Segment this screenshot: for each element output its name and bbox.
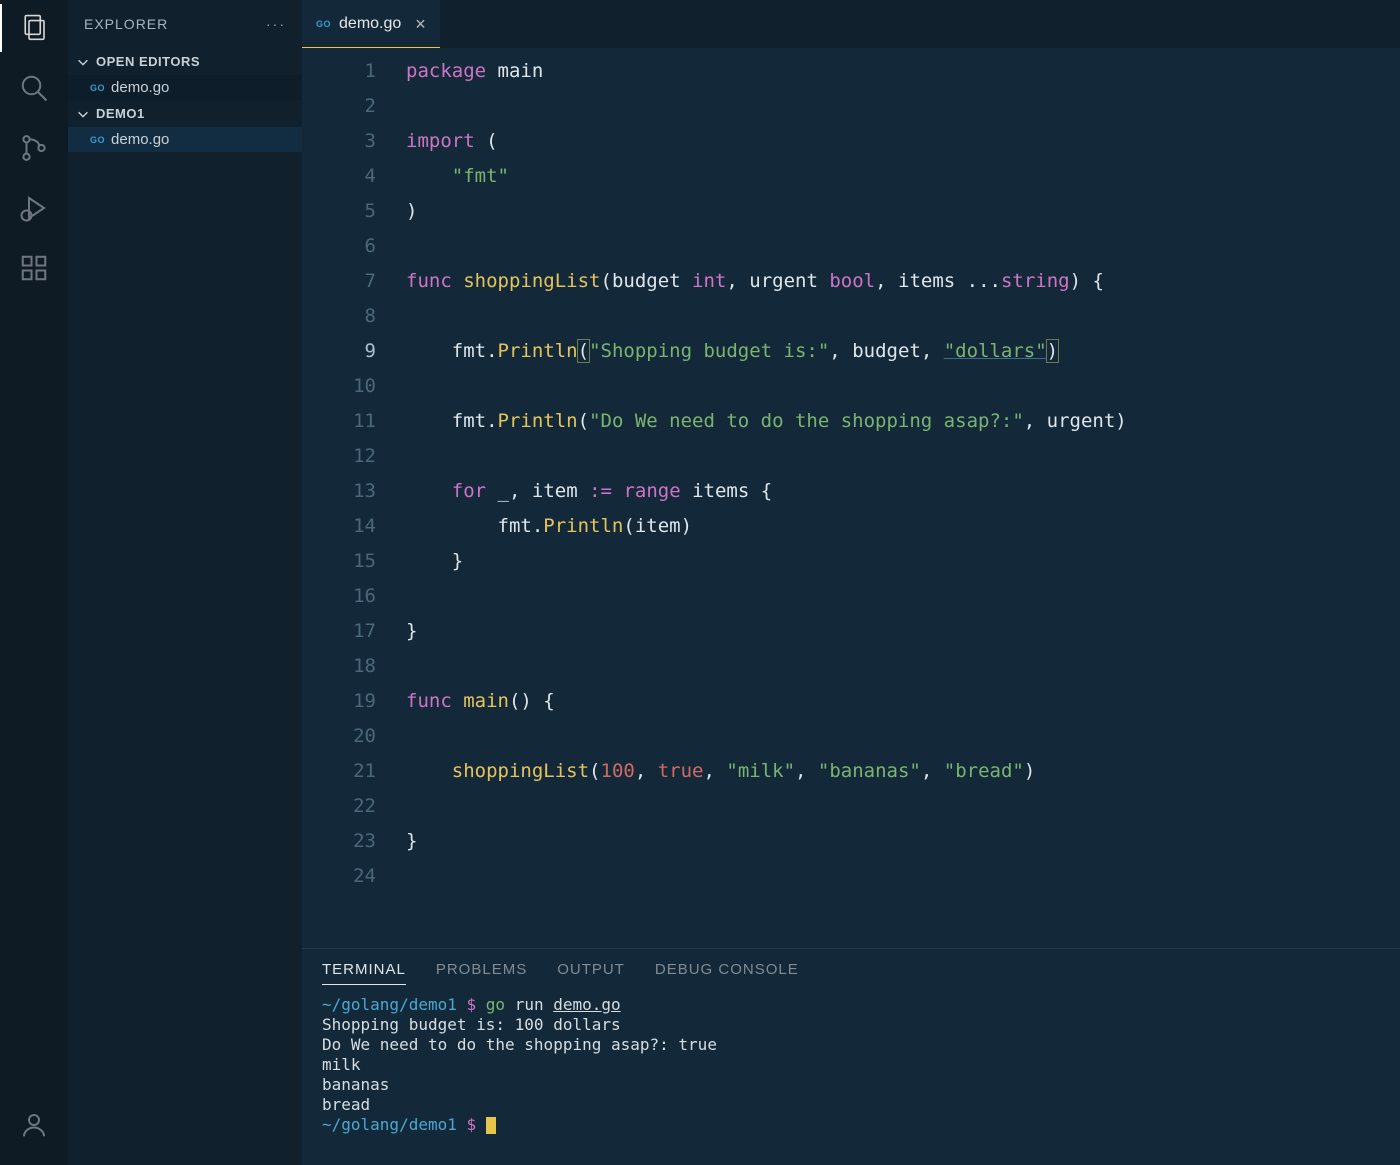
panel-tabs: TERMINAL PROBLEMS OUTPUT DEBUG CONSOLE <box>302 949 1400 991</box>
file-tree-filename: demo.go <box>111 131 169 148</box>
explorer-icon[interactable] <box>18 12 50 44</box>
activity-bar <box>0 0 68 1165</box>
chevron-down-icon <box>76 55 90 69</box>
go-file-icon: GO <box>90 135 105 145</box>
tab-demo-go[interactable]: GO demo.go × <box>302 0 440 48</box>
terminal-cursor <box>486 1117 496 1134</box>
sidebar-more-icon[interactable]: ··· <box>266 16 286 32</box>
tab-label: demo.go <box>339 15 401 33</box>
open-editor-filename: demo.go <box>111 79 169 96</box>
go-file-icon: GO <box>316 19 331 29</box>
bottom-panel: TERMINAL PROBLEMS OUTPUT DEBUG CONSOLE ~… <box>302 948 1400 1165</box>
run-debug-icon[interactable] <box>18 192 50 224</box>
sidebar-title: EXPLORER <box>84 16 168 32</box>
code-editor[interactable]: 123456789101112131415161718192021222324 … <box>302 48 1400 948</box>
line-number-gutter: 123456789101112131415161718192021222324 <box>302 48 406 948</box>
terminal-output[interactable]: ~/golang/demo1 $ go run demo.go Shopping… <box>302 991 1400 1165</box>
account-icon[interactable] <box>18 1109 50 1141</box>
go-file-icon: GO <box>90 83 105 93</box>
tab-terminal[interactable]: TERMINAL <box>322 961 406 985</box>
extensions-icon[interactable] <box>18 252 50 284</box>
source-control-icon[interactable] <box>18 132 50 164</box>
sidebar-explorer: EXPLORER ··· OPEN EDITORS GO demo.go DEM… <box>68 0 302 1165</box>
chevron-down-icon <box>76 107 90 121</box>
open-editors-header[interactable]: OPEN EDITORS <box>68 48 302 75</box>
open-editors-label: OPEN EDITORS <box>96 54 200 69</box>
close-icon[interactable]: × <box>415 14 426 35</box>
tab-output[interactable]: OUTPUT <box>557 961 625 985</box>
code-content[interactable]: package mainimport ( "fmt")func shopping… <box>406 48 1400 948</box>
tab-bar: GO demo.go × <box>302 0 1400 48</box>
folder-label: DEMO1 <box>96 106 145 121</box>
main-area: GO demo.go × 123456789101112131415161718… <box>302 0 1400 1165</box>
folder-header[interactable]: DEMO1 <box>68 100 302 127</box>
sidebar-title-row: EXPLORER ··· <box>68 0 302 48</box>
open-editor-item[interactable]: GO demo.go <box>68 75 302 100</box>
file-tree-item[interactable]: GO demo.go <box>68 127 302 152</box>
tab-problems[interactable]: PROBLEMS <box>436 961 527 985</box>
tab-debug-console[interactable]: DEBUG CONSOLE <box>655 961 799 985</box>
search-icon[interactable] <box>18 72 50 104</box>
